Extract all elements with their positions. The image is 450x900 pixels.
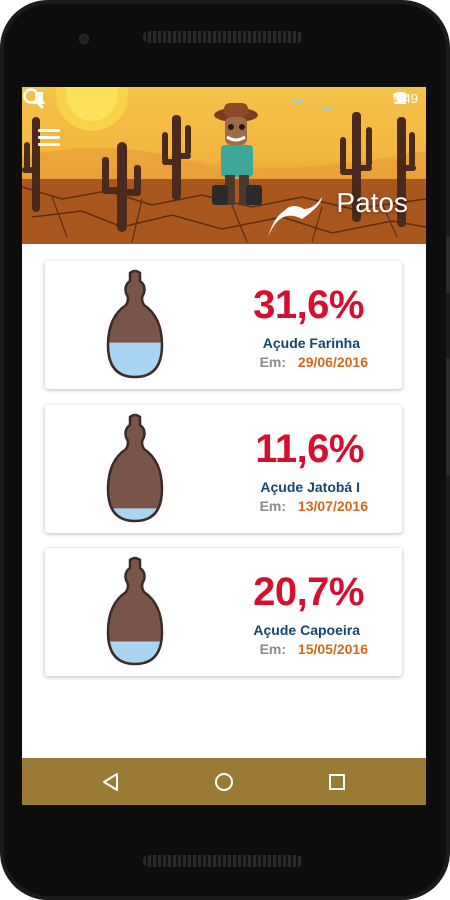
bottom-speaker <box>143 855 303 867</box>
reservoir-card[interactable]: 20,7% Açude Capoeira Em: 15/05/2016 <box>45 548 402 676</box>
status-bar: 9:49 <box>22 87 426 111</box>
water-level <box>108 508 162 521</box>
reservoir-percent: 11,6% <box>255 427 364 471</box>
menu-icon <box>38 129 60 132</box>
reservoir-name: Açude Farinha <box>262 335 360 351</box>
water-jar-icon <box>106 413 164 523</box>
power-button <box>446 236 450 294</box>
top-speaker <box>143 31 303 43</box>
system-nav-bar <box>22 758 426 805</box>
front-camera <box>79 34 89 44</box>
back-triangle-icon[interactable] <box>99 770 123 794</box>
water-jar-icon <box>106 556 164 666</box>
reservoir-date: 29/06/2016 <box>297 354 368 370</box>
recents-square-icon[interactable] <box>325 770 349 794</box>
date-label: Em: <box>259 498 287 514</box>
header-illustration: 9:49 Patos <box>22 87 426 244</box>
reservoir-date: 15/05/2016 <box>297 641 368 657</box>
home-circle-icon[interactable] <box>212 770 236 794</box>
jar-body <box>108 415 162 521</box>
reservoir-date: 13/07/2016 <box>297 498 368 514</box>
reservoir-date-row: Em: 15/05/2016 <box>260 641 368 657</box>
battery-icon <box>396 92 403 104</box>
reservoir-name: Açude Capoeira <box>253 622 360 638</box>
search-icon[interactable] <box>22 87 44 109</box>
city-title: Patos <box>336 187 408 218</box>
reservoir-card[interactable]: 11,6% Açude Jatobá I Em: 13/07/2016 <box>45 405 402 533</box>
reservoir-percent: 31,6% <box>253 283 364 327</box>
reservoir-percent: 20,7% <box>253 570 364 614</box>
app-screen: 9:49 Patos 31,6% Açude Farinha Em: 29/06… <box>22 87 426 805</box>
water-jar-icon <box>106 269 164 379</box>
date-label: Em: <box>259 354 287 370</box>
reservoir-list: 31,6% Açude Farinha Em: 29/06/2016 11,6%… <box>22 244 426 758</box>
reservoir-name: Açude Jatobá I <box>260 479 360 495</box>
reservoir-date-row: Em: 13/07/2016 <box>260 498 368 514</box>
menu-button[interactable] <box>38 129 60 147</box>
phone-frame: 9:49 Patos 31,6% Açude Farinha Em: 29/06… <box>0 0 450 900</box>
date-label: Em: <box>259 641 287 657</box>
volume-button <box>446 358 450 476</box>
reservoir-date-row: Em: 29/06/2016 <box>260 354 368 370</box>
reservoir-card[interactable]: 31,6% Açude Farinha Em: 29/06/2016 <box>45 261 402 389</box>
